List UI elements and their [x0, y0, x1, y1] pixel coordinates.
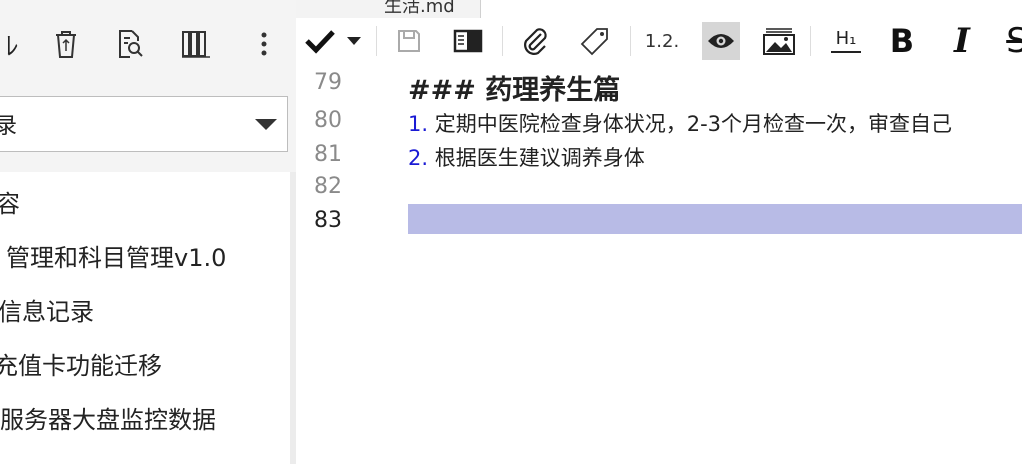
heading-rule	[831, 50, 861, 53]
preview-eye-icon[interactable]	[702, 22, 740, 60]
italic-button[interactable]: I	[946, 21, 978, 61]
search-document-icon[interactable]	[112, 24, 148, 64]
list-item: 1. 定期中医院检查身体状况，2-3个月检查一次，审查自己	[408, 108, 952, 138]
checkmark-icon[interactable]	[302, 22, 338, 60]
ordered-list-button[interactable]: 1.2.	[640, 22, 684, 60]
library-icon[interactable]	[178, 24, 214, 64]
list-item[interactable]: 服务器大盘监控数据	[0, 400, 216, 454]
markdown-editor[interactable]: ### 药理养生篇 1. 定期中医院检查身体状况，2-3个月检查一次，审查自己 …	[408, 64, 1022, 464]
list-text: 根据医生建议调养身体	[434, 146, 645, 170]
current-line-highlight	[408, 204, 1022, 234]
list-text: 定期中医院检查身体状况，2-3个月检查一次，审查自己	[434, 112, 953, 136]
heading-button[interactable]: H₁	[826, 22, 866, 60]
line-number-gutter: 79 80 81 82 83	[296, 64, 392, 464]
line-number: 81	[314, 142, 342, 167]
list-item[interactable]: 信息记录	[0, 292, 94, 346]
more-vertical-icon[interactable]	[246, 24, 282, 64]
line-number: 80	[314, 108, 342, 133]
trash-icon[interactable]	[48, 24, 84, 64]
heading-line: ### 药理养生篇	[408, 75, 621, 106]
left-toolbar: ﾚ	[0, 0, 296, 84]
list-item[interactable]: 容	[0, 184, 20, 238]
save-icon[interactable]	[392, 22, 426, 60]
list-number: 1.	[408, 112, 429, 136]
image-icon[interactable]	[760, 22, 798, 60]
toolbar-divider	[376, 26, 377, 56]
line-number: 82	[314, 174, 342, 199]
toolbar-divider	[810, 26, 811, 56]
line-number-active: 83	[314, 208, 342, 233]
toolbar-divider	[630, 26, 631, 56]
partial-glyph: ﾚ	[5, 31, 19, 62]
attachment-icon[interactable]	[518, 22, 552, 60]
tab-file-label: 生活.md	[384, 0, 455, 17]
folder-select-value: 录	[0, 114, 18, 139]
tab-file[interactable]: 生活.md	[296, 0, 481, 18]
list-item: 2. 根据医生建议调养身体	[408, 142, 645, 172]
folder-select[interactable]: 录	[0, 96, 288, 152]
list-item[interactable]: 管理和科目管理v1.0	[6, 238, 226, 292]
chevron-down-icon[interactable]	[255, 119, 277, 130]
list-item[interactable]: 充值卡功能迁移	[0, 346, 162, 400]
partial-toolbar-icon[interactable]: ﾚ	[0, 24, 30, 64]
toolbar-divider	[502, 26, 503, 56]
editor-toolbar: 1.2. H₁ B I S	[296, 18, 1022, 64]
side-panel-icon[interactable]	[450, 22, 486, 60]
bold-button[interactable]: B	[886, 22, 918, 60]
strikethrough-button[interactable]: S	[1002, 21, 1022, 61]
line-number: 79	[314, 70, 342, 95]
file-list: 容 管理和科目管理v1.0 信息记录 充值卡功能迁移 服务器大盘监控数据	[0, 172, 290, 464]
list-number: 2.	[408, 146, 429, 170]
heading-label: H₁	[835, 27, 857, 49]
chevron-down-icon[interactable]	[344, 22, 364, 60]
tag-icon[interactable]	[578, 22, 612, 60]
